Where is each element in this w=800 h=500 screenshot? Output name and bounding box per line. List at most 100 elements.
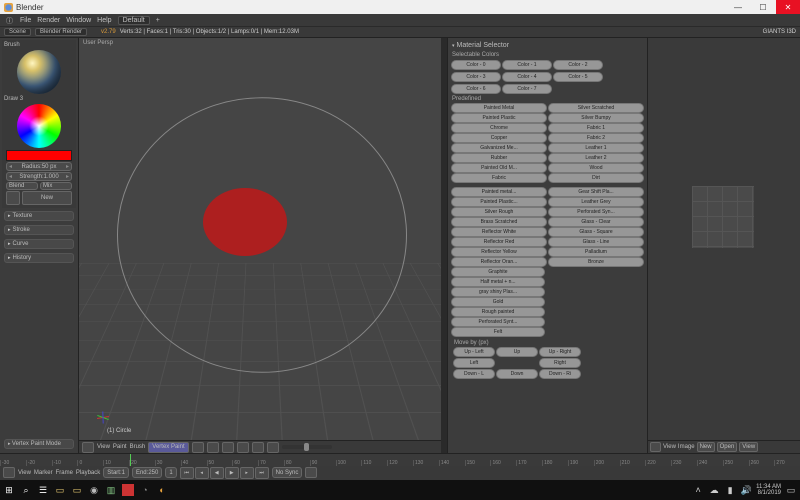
- app-icon-3[interactable]: [122, 484, 134, 496]
- shading-icon[interactable]: [192, 442, 204, 453]
- brush-mode[interactable]: Draw: [4, 96, 18, 102]
- brush-icon[interactable]: [267, 442, 279, 453]
- tl-menu-marker[interactable]: Marker: [34, 470, 53, 476]
- snap-icon[interactable]: [237, 442, 249, 453]
- clock[interactable]: 11:34 AM8/1/2019: [756, 484, 781, 496]
- menu-render[interactable]: Render: [37, 17, 60, 24]
- maximize-button[interactable]: ☐: [751, 0, 775, 14]
- tray-up-icon[interactable]: ˄: [692, 484, 704, 496]
- material-button[interactable]: Glass - Clear: [548, 217, 644, 227]
- app-icon-4[interactable]: ◔: [139, 484, 151, 496]
- menu-file[interactable]: File: [20, 17, 31, 24]
- layers-icon[interactable]: [222, 442, 234, 453]
- menu-brush[interactable]: Brush: [130, 444, 146, 450]
- material-button[interactable]: Painted Plastic...: [451, 197, 547, 207]
- volume-icon[interactable]: 🔊: [740, 484, 752, 496]
- material-button[interactable]: Perforated Syn...: [548, 207, 644, 217]
- chrome-icon[interactable]: ◉: [88, 484, 100, 496]
- accordion-curve[interactable]: Curve: [4, 239, 74, 249]
- tl-menu-playback[interactable]: Playback: [76, 470, 100, 476]
- material-button[interactable]: Rubber: [451, 153, 547, 163]
- proportional-icon[interactable]: [252, 442, 264, 453]
- uv-view-button[interactable]: View: [739, 442, 758, 452]
- color-button[interactable]: Color - 2: [553, 60, 603, 70]
- color-button[interactable]: Color - 3: [451, 72, 501, 82]
- close-button[interactable]: ✕: [776, 0, 800, 14]
- layout-selector[interactable]: Default: [118, 16, 150, 25]
- material-button[interactable]: Painted Old M...: [451, 163, 547, 173]
- color-swatch[interactable]: [6, 150, 72, 161]
- jump-end-icon[interactable]: ⏭: [255, 467, 269, 479]
- brush-preview-icon[interactable]: [17, 50, 61, 94]
- material-button[interactable]: Palladium: [548, 247, 644, 257]
- move-button[interactable]: Right: [539, 358, 581, 368]
- uv-editor-icon[interactable]: [650, 442, 661, 452]
- radius-field[interactable]: ◂Radius:50 px▸: [6, 162, 72, 171]
- move-button[interactable]: Up - Right: [539, 347, 581, 357]
- renderer-selector[interactable]: Blender Render: [35, 28, 87, 36]
- tl-menu-frame[interactable]: Frame: [56, 470, 73, 476]
- notifications-icon[interactable]: ▭: [785, 484, 797, 496]
- color-button[interactable]: Color - 6: [451, 84, 501, 94]
- play-icon[interactable]: ▶: [225, 467, 239, 479]
- material-button[interactable]: Wood: [548, 163, 644, 173]
- menu-help[interactable]: Help: [97, 17, 111, 24]
- material-button[interactable]: Gear Shift Pla...: [548, 187, 644, 197]
- menu-view[interactable]: View: [97, 444, 110, 450]
- move-button[interactable]: Down - L: [453, 369, 495, 379]
- material-button[interactable]: gray shiny Plas...: [451, 287, 545, 297]
- play-reverse-icon[interactable]: ◀: [210, 467, 224, 479]
- search-icon[interactable]: ⌕: [20, 484, 32, 496]
- playhead[interactable]: [130, 454, 131, 466]
- material-button[interactable]: Reflector Red: [451, 237, 547, 247]
- material-button[interactable]: Dirt: [548, 173, 644, 183]
- material-button[interactable]: Rough painted: [451, 307, 545, 317]
- color-button[interactable]: Color - 7: [502, 84, 552, 94]
- uv-new-button[interactable]: New: [697, 442, 715, 452]
- material-button[interactable]: Fabric: [451, 173, 547, 183]
- blend-mode[interactable]: Mix: [40, 182, 72, 190]
- material-button[interactable]: Half metal + n...: [451, 277, 545, 287]
- material-button[interactable]: Reflector White: [451, 227, 547, 237]
- material-button[interactable]: Painted Plastic: [451, 113, 547, 123]
- network-icon[interactable]: ▮: [724, 484, 736, 496]
- material-button[interactable]: Painted Metal: [451, 103, 547, 113]
- autokey-icon[interactable]: [305, 467, 317, 478]
- blender-taskbar-icon[interactable]: ◐: [156, 484, 168, 496]
- mode-selector[interactable]: Vertex Paint: [148, 442, 188, 453]
- accordion-history[interactable]: History: [4, 253, 74, 263]
- task-view-icon[interactable]: ☰: [37, 484, 49, 496]
- material-button[interactable]: Graphite: [451, 267, 545, 277]
- material-button[interactable]: Copper: [451, 133, 547, 143]
- material-button[interactable]: Perforated Synt...: [451, 317, 545, 327]
- jump-start-icon[interactable]: ⏮: [180, 467, 194, 479]
- material-button[interactable]: Glass - Square: [548, 227, 644, 237]
- current-frame[interactable]: 1: [165, 467, 176, 478]
- material-button[interactable]: Painted metal...: [451, 187, 547, 197]
- move-button[interactable]: Down - Ri: [539, 369, 581, 379]
- scene-selector[interactable]: Scene: [4, 28, 31, 36]
- material-title[interactable]: Material Selector: [450, 40, 645, 51]
- start-frame[interactable]: Start: 1: [103, 467, 129, 478]
- material-button[interactable]: Felt: [451, 327, 545, 337]
- palette-new-button[interactable]: New: [22, 191, 72, 205]
- material-button[interactable]: Glass - Line: [548, 237, 644, 247]
- move-button[interactable]: Up: [496, 347, 538, 357]
- material-button[interactable]: Silver Rough: [451, 207, 547, 217]
- material-button[interactable]: Fabric 1: [548, 123, 644, 133]
- uv-menu-image[interactable]: Image: [678, 444, 695, 450]
- menu-window[interactable]: Window: [66, 17, 91, 24]
- pivot-icon[interactable]: [207, 442, 219, 453]
- move-button[interactable]: Down: [496, 369, 538, 379]
- minimize-button[interactable]: —: [726, 0, 750, 14]
- painted-face[interactable]: [203, 188, 287, 256]
- color-button[interactable]: Color - 5: [553, 72, 603, 82]
- move-button[interactable]: Left: [453, 358, 495, 368]
- info-editor-icon[interactable]: ⓘ: [6, 16, 14, 24]
- move-button[interactable]: Up - Left: [453, 347, 495, 357]
- app-icon-1[interactable]: ▭: [71, 484, 83, 496]
- material-button[interactable]: Galvanized Me...: [451, 143, 547, 153]
- sync-mode[interactable]: No Sync: [272, 467, 303, 478]
- timeline-ruler[interactable]: -30-20-100102030405060708090100110120130…: [0, 454, 800, 466]
- menu-paint[interactable]: Paint: [113, 444, 127, 450]
